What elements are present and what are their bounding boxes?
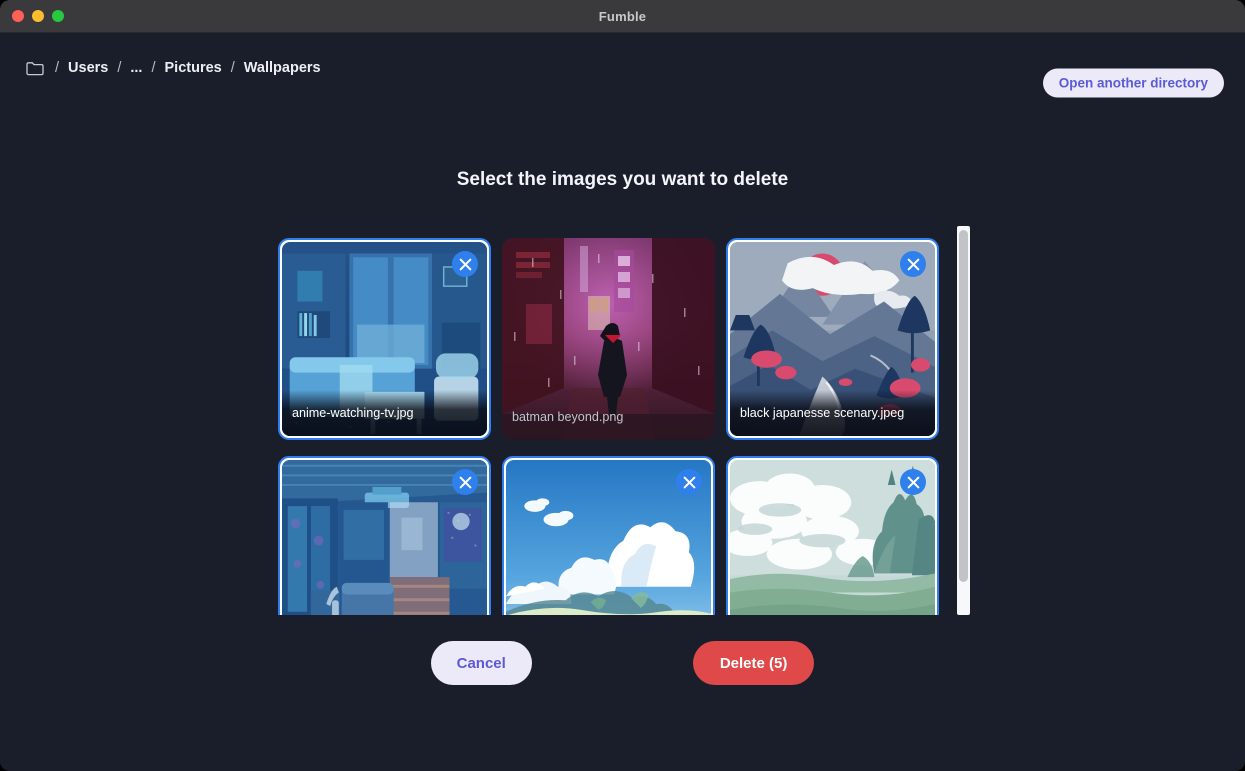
filename-bar: black japanesse scenary.jpeg [730,390,935,436]
breadcrumb-item-ellipsis[interactable]: ... [130,60,142,76]
image-card[interactable]: black japanesse scenary.jpeg [726,238,939,440]
image-filename: black japanesse scenary.jpeg [740,406,905,420]
gallery-scrollbar-thumb[interactable] [959,230,968,582]
open-another-directory-button[interactable]: Open another directory [1042,68,1224,98]
image-card-inner: black japanesse scenary.jpeg [730,242,935,436]
image-filename: batman beyond.png [512,410,624,424]
action-bar: Cancel Delete (5) [0,641,1245,685]
window-title: Fumble [598,8,647,24]
gallery-scrollbar-track[interactable] [957,226,970,615]
remove-image-button[interactable] [452,469,478,495]
minimize-window-button[interactable] [32,10,44,22]
image-card[interactable] [726,456,939,615]
close-window-button[interactable] [12,10,24,22]
image-card-inner [730,460,935,615]
image-card[interactable] [278,456,491,615]
remove-image-button[interactable] [900,251,926,277]
filename-bar: anime-watching-tv.jpg [282,390,487,436]
remove-image-button[interactable] [900,469,926,495]
breadcrumb-separator: / [117,60,122,76]
traffic-light-group [12,10,64,22]
image-card-inner: batman beyond.png [502,238,715,440]
app-content: / Users / ... / Pictures / Wallpapers Op… [0,33,1245,771]
maximize-window-button[interactable] [52,10,64,22]
breadcrumb-item-users[interactable]: Users [68,60,108,76]
breadcrumb-separator: / [55,60,60,76]
title-bar: Fumble [0,0,1245,33]
breadcrumb: / Users / ... / Pictures / Wallpapers [26,60,321,76]
cancel-button[interactable]: Cancel [430,641,532,685]
image-card-inner [506,460,711,615]
breadcrumb-item-wallpapers[interactable]: Wallpapers [244,60,321,76]
breadcrumb-separator: / [151,60,156,76]
gallery-region: anime-watching-tv.jpg batman beyond.png … [278,226,978,615]
app-window: Fumble / Users / ... / Pictures / Wallpa… [0,0,1245,771]
image-card[interactable]: batman beyond.png [502,238,715,440]
page-title: Select the images you want to delete [456,169,789,190]
remove-image-button[interactable] [452,251,478,277]
image-card-inner: anime-watching-tv.jpg [282,242,487,436]
breadcrumb-item-pictures[interactable]: Pictures [165,60,222,76]
image-grid: anime-watching-tv.jpg batman beyond.png … [278,226,953,615]
breadcrumb-separator: / [230,60,235,76]
image-card[interactable] [502,456,715,615]
remove-image-button[interactable] [676,469,702,495]
folder-icon [26,61,44,76]
gallery-scroll-viewport[interactable]: anime-watching-tv.jpg batman beyond.png … [278,226,953,615]
filename-bar: batman beyond.png [502,394,715,440]
delete-button[interactable]: Delete (5) [692,641,815,685]
image-card-inner [282,460,487,615]
image-filename: anime-watching-tv.jpg [292,406,414,420]
image-card[interactable]: anime-watching-tv.jpg [278,238,491,440]
